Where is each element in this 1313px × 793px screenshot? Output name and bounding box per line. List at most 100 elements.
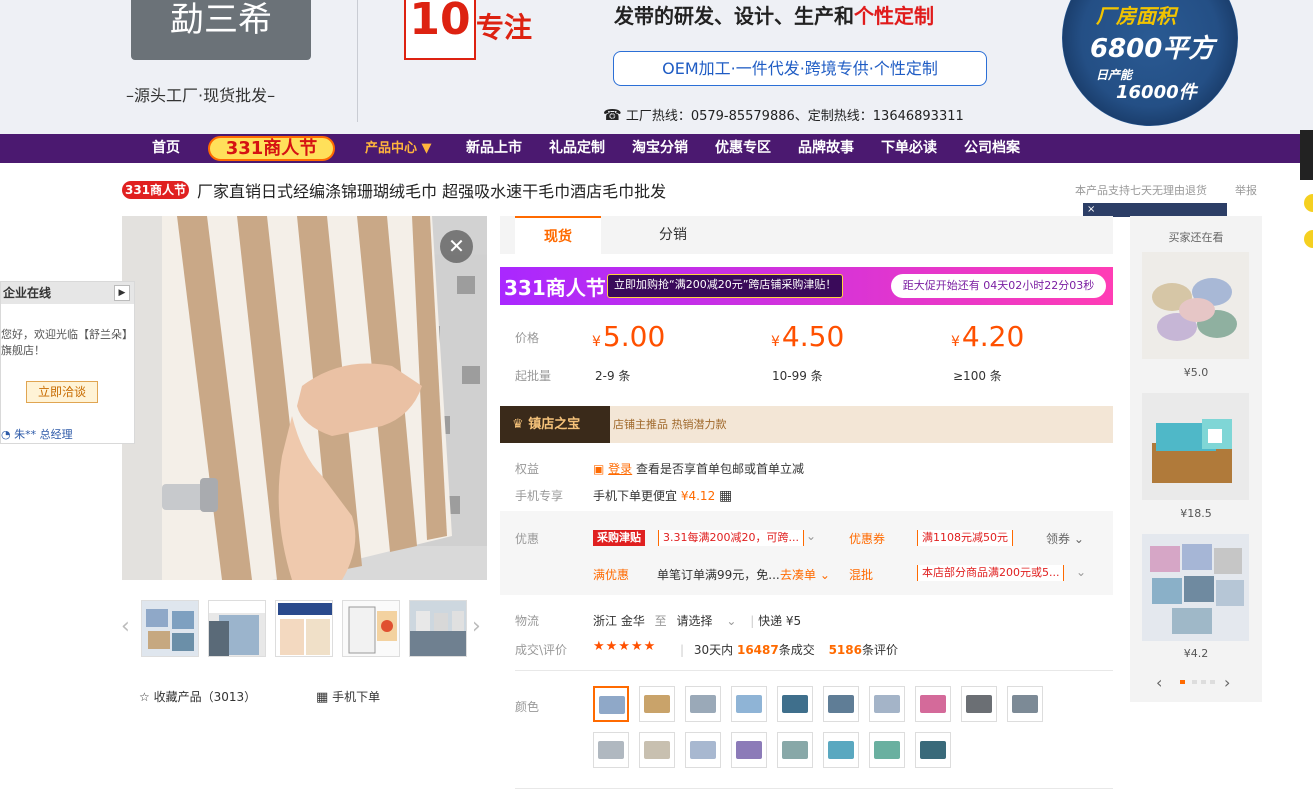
recommend-item-2[interactable] xyxy=(1142,393,1249,500)
nav-discount-zone[interactable]: 优惠专区 xyxy=(715,134,771,163)
thumbnail-5[interactable] xyxy=(409,600,467,657)
color-swatch[interactable] xyxy=(915,732,951,768)
close-icon[interactable]: ✕ xyxy=(440,230,473,263)
chat-now-button[interactable]: 立即洽谈 xyxy=(26,381,98,403)
subsidy-chevron-icon[interactable]: ⌄ xyxy=(806,529,816,543)
service-manager[interactable]: ◔ 朱** 总经理 xyxy=(1,426,73,442)
color-swatch-image xyxy=(966,695,992,713)
recommend-price-3: ¥4.2 xyxy=(1183,647,1209,660)
qty-tier-3: ≥100 条 xyxy=(953,369,1002,383)
nav-festival[interactable]: 331商人节 xyxy=(208,136,335,161)
go-bundle-link[interactable]: 去凑单 ⌄ xyxy=(780,566,830,583)
price-value-1: 5.00 xyxy=(602,320,666,353)
main-product-image[interactable] xyxy=(122,216,487,580)
deals-count[interactable]: 16487 xyxy=(737,643,779,657)
tab-distribution[interactable]: 分销 xyxy=(630,216,716,254)
color-swatch[interactable] xyxy=(1007,686,1043,722)
logistics-label: 物流 xyxy=(515,614,540,628)
promotions-label: 优惠 xyxy=(515,532,540,546)
nav-order-guide[interactable]: 下单必读 xyxy=(881,134,937,163)
mobile-exclusive-text: 手机下单更便宜 xyxy=(593,489,678,503)
login-link[interactable]: 登录 xyxy=(608,462,632,476)
color-swatch[interactable] xyxy=(777,732,813,768)
thumb-next-arrow[interactable]: › xyxy=(472,614,481,639)
dropdown-strip[interactable]: × xyxy=(1083,203,1227,217)
thumbnail-3[interactable] xyxy=(275,600,333,657)
report-link[interactable]: 举报 xyxy=(1235,182,1257,198)
mobile-price: ¥4.12 xyxy=(680,489,716,503)
color-swatch[interactable] xyxy=(869,732,905,768)
color-swatch[interactable] xyxy=(731,732,767,768)
mixed-batch-detail[interactable]: 本店部分商品满200元或5... xyxy=(917,565,1065,581)
thumbnail-4[interactable] xyxy=(342,600,400,657)
favorite-button[interactable]: ☆ 收藏产品（3013） xyxy=(139,688,256,705)
nav-product-center[interactable]: 产品中心 ▼ xyxy=(365,134,432,163)
mobile-exclusive-label: 手机专享 xyxy=(515,489,564,503)
get-coupon-button[interactable]: 领券 ⌄ xyxy=(1046,530,1084,547)
qty-tier-1: 2-9 条 xyxy=(595,369,631,383)
benefits-text: 查看是否享首单包邮或首单立减 xyxy=(636,462,805,476)
recommend-page-dot-3[interactable] xyxy=(1201,680,1206,684)
coupon-detail[interactable]: 满1108元减50元 xyxy=(917,530,1013,546)
color-swatch[interactable] xyxy=(639,732,675,768)
product-title: 厂家直销日式经编涤锦珊瑚绒毛巾 超强吸水速干毛巾酒店毛巾批发 xyxy=(197,182,667,201)
collapse-arrow-icon[interactable]: ▶ xyxy=(114,285,130,301)
recommend-next-arrow[interactable]: › xyxy=(1224,673,1230,692)
shop-logo[interactable]: 勐三希 xyxy=(131,0,311,60)
nav-home[interactable]: 首页 xyxy=(152,134,180,163)
subsidy-badge: 采购津贴 xyxy=(593,530,645,546)
coupon-label: 优惠券 xyxy=(849,532,886,546)
cross-store-subsidy[interactable]: 立即加购抢“满200减20元”跨店铺采购津贴！ xyxy=(607,274,844,298)
color-swatch[interactable] xyxy=(777,686,813,722)
tab-in-stock[interactable]: 现货 xyxy=(515,216,601,254)
nav-brand-story[interactable]: 品牌故事 xyxy=(798,134,854,163)
subsidy-detail[interactable]: 3.31每满200减20，可跨... xyxy=(658,530,804,546)
thumbnail-2[interactable] xyxy=(208,600,266,657)
color-swatch[interactable] xyxy=(731,686,767,722)
nav-gift-custom[interactable]: 礼品定制 xyxy=(549,134,605,163)
color-swatch-image xyxy=(736,741,762,759)
color-swatch[interactable] xyxy=(639,686,675,722)
thumb-prev-arrow[interactable]: ‹ xyxy=(121,614,130,639)
mobile-order-button[interactable]: ▦ 手机下单 xyxy=(316,688,380,705)
mixed-chevron-icon[interactable]: ⌄ xyxy=(1076,565,1086,579)
qrcode-icon[interactable]: ▦ xyxy=(719,488,732,504)
color-swatch[interactable] xyxy=(961,686,997,722)
thumbnail-1[interactable] xyxy=(141,600,199,657)
nav-taobao-dist[interactable]: 淘宝分销 xyxy=(632,134,688,163)
color-swatch-image xyxy=(644,741,670,759)
review-suffix: 条评价 xyxy=(861,643,898,657)
nav-new-arrivals[interactable]: 新品上市 xyxy=(466,134,522,163)
recommend-item-3[interactable] xyxy=(1142,534,1249,641)
color-swatch[interactable] xyxy=(823,732,859,768)
headline-highlight: 个性定制 xyxy=(854,4,934,28)
destination-select[interactable]: 请选择 xyxy=(677,614,713,628)
benefits-row: ▣ 登录 查看是否享首单包邮或首单立减 xyxy=(593,460,804,477)
thumbnail-3-image xyxy=(276,601,332,656)
color-swatch-image xyxy=(920,695,946,713)
chevron-down-icon[interactable]: ⌄ xyxy=(726,614,736,628)
festival-tag: 331商人节 xyxy=(122,181,189,199)
color-swatch[interactable] xyxy=(685,686,721,722)
nav-company-profile[interactable]: 公司档案 xyxy=(964,134,1020,163)
recommend-page-dot-1[interactable] xyxy=(1180,680,1185,684)
recommend-page-dot-2[interactable] xyxy=(1192,680,1197,684)
color-swatch-image xyxy=(598,741,624,759)
price-tier-2: ¥4.50 xyxy=(771,320,844,353)
color-swatch[interactable] xyxy=(869,686,905,722)
service-manager-name: 朱** 总经理 xyxy=(14,428,73,441)
color-swatch-image xyxy=(644,695,670,713)
color-swatch[interactable] xyxy=(593,686,629,722)
dropdown-strip-close: × xyxy=(1087,204,1096,215)
color-swatch[interactable] xyxy=(593,732,629,768)
color-swatch[interactable] xyxy=(915,686,951,722)
online-service-title: 企业在线 xyxy=(3,286,52,300)
edge-widget[interactable] xyxy=(1298,100,1313,260)
recommend-page-dot-4[interactable] xyxy=(1210,680,1215,684)
recommend-prev-arrow[interactable]: ‹ xyxy=(1156,673,1162,692)
logistics-to: 至 xyxy=(654,614,667,628)
color-swatch[interactable] xyxy=(685,732,721,768)
color-swatch[interactable] xyxy=(823,686,859,722)
review-count[interactable]: 5186 xyxy=(829,643,862,657)
recommend-item-1[interactable] xyxy=(1142,252,1249,359)
